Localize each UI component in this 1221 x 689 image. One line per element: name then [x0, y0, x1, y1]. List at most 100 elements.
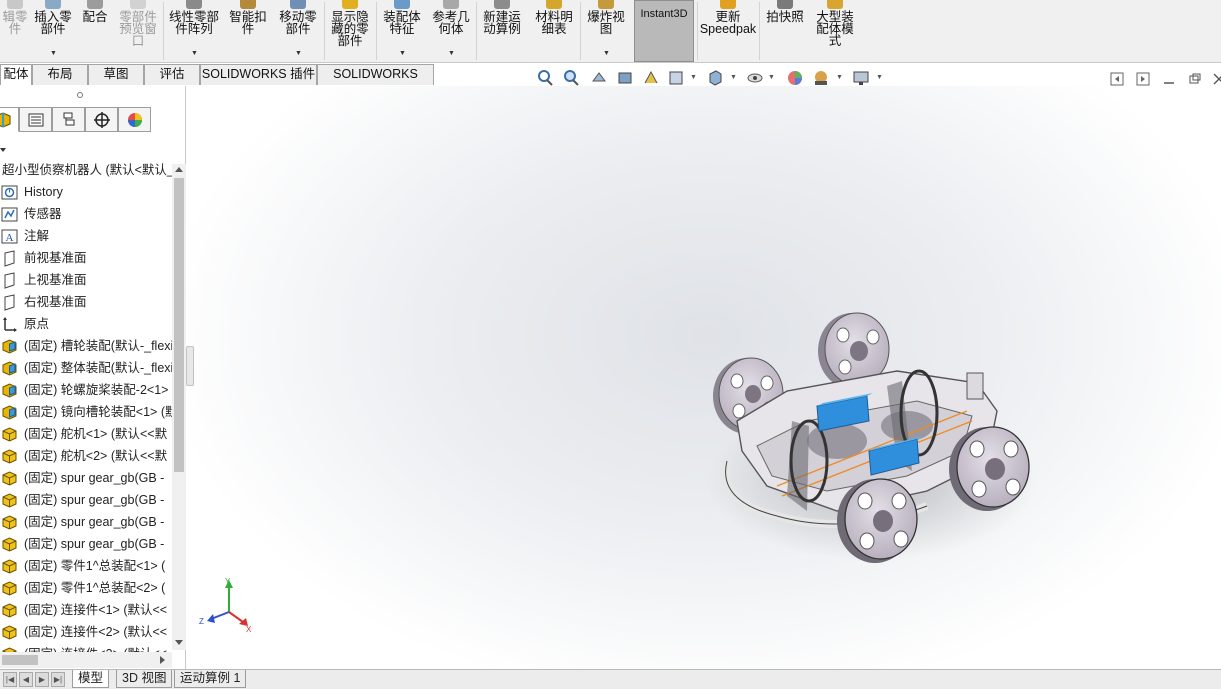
tab-model[interactable]: 模型 — [72, 670, 110, 688]
dropdown-arrow-icon[interactable]: ▼ — [836, 74, 843, 81]
minimize-icon[interactable] — [1162, 72, 1176, 86]
collapse-panel-icon[interactable] — [1110, 72, 1124, 86]
tree-item[interactable]: (固定) 整体装配(默认-_flexi — [0, 357, 172, 379]
filter-dropdown-icon[interactable] — [0, 148, 8, 154]
dropdown-arrow-icon[interactable]: ▼ — [399, 50, 406, 57]
scroll-right-icon[interactable] — [160, 656, 166, 664]
tree-item[interactable]: A 注解 — [0, 225, 172, 247]
dropdown-arrow-icon[interactable]: ▼ — [448, 50, 455, 57]
tree-item[interactable]: (固定) 镜向槽轮装配<1> (默 — [0, 401, 172, 423]
tree-item[interactable]: (固定) 零件1^总装配<2> ( — [0, 577, 172, 599]
tree-item[interactable]: (固定) spur gear_gb(GB - — [0, 467, 172, 489]
graphics-area[interactable]: Y X Z — [187, 86, 1221, 670]
insert-components-button[interactable]: 插入零 部件 ▼ — [30, 0, 76, 62]
plane-icon — [1, 294, 18, 311]
tree-item[interactable]: (固定) 舵机<2> (默认<<默 — [0, 445, 172, 467]
new-motion-study-button[interactable]: 新建运 动算例 — [478, 0, 526, 62]
tree-item[interactable]: History — [0, 181, 172, 203]
tree-item[interactable]: 前视基准面 — [0, 247, 172, 269]
dropdown-arrow-icon[interactable]: ▼ — [295, 50, 302, 57]
previous-view-icon[interactable] — [590, 69, 608, 87]
edit-component-button[interactable]: 辑零 件 — [0, 0, 30, 62]
view-settings-icon[interactable] — [852, 69, 870, 87]
section-view-icon[interactable] — [616, 69, 634, 87]
zoom-to-fit-icon[interactable] — [536, 69, 554, 87]
tree-item[interactable]: (固定) 槽轮装配(默认-_flexi — [0, 335, 172, 357]
tree-item[interactable]: (固定) spur gear_gb(GB - — [0, 533, 172, 555]
mate-button[interactable]: 配合 — [78, 0, 112, 62]
apply-scene-icon[interactable] — [812, 69, 830, 87]
previous-tab-icon[interactable]: ◀ — [19, 672, 33, 687]
component-preview-button[interactable]: 零部件 预览窗 口 — [114, 0, 162, 62]
hide-show-items-icon[interactable] — [746, 69, 764, 87]
dropdown-arrow-icon[interactable]: ▼ — [876, 74, 883, 81]
restore-icon[interactable] — [1188, 72, 1202, 86]
dropdown-arrow-icon[interactable]: ▼ — [50, 50, 57, 57]
tab-motion-study-1[interactable]: 运动算例 1 — [174, 670, 247, 688]
tab-property-manager[interactable] — [19, 107, 52, 132]
tree-item[interactable]: (固定) 连接件<2> (默认<< — [0, 621, 172, 643]
reference-geometry-button[interactable]: 参考几 何体 ▼ — [428, 0, 474, 62]
horizontal-scroll-thumb[interactable] — [2, 655, 38, 665]
scroll-down-icon[interactable] — [175, 640, 183, 646]
zoom-to-area-icon[interactable] — [562, 69, 580, 87]
dropdown-arrow-icon[interactable]: ▼ — [603, 50, 610, 57]
robot-assembly-model[interactable] — [697, 311, 1037, 581]
tab-solidworks-addins[interactable]: SOLIDWORKS 插件 — [200, 64, 317, 85]
tree-item[interactable]: 原点 — [0, 313, 172, 335]
tree-item[interactable]: (固定) 连接件<1> (默认<< — [0, 599, 172, 621]
dropdown-arrow-icon[interactable]: ▼ — [730, 74, 737, 81]
smart-fasteners-button[interactable]: 智能扣 件 — [225, 0, 271, 62]
dropdown-arrow-icon[interactable]: ▼ — [768, 74, 775, 81]
vertical-scroll-thumb[interactable] — [174, 178, 184, 472]
dropdown-arrow-icon[interactable]: ▼ — [191, 50, 198, 57]
tab-solidworks-mbd[interactable]: SOLIDWORKS MBD — [317, 64, 434, 100]
tab-layout[interactable]: 布局 — [32, 64, 88, 85]
tree-item[interactable]: (固定) 轮螺旋桨装配-2<1> — [0, 379, 172, 401]
next-tab-icon[interactable]: ▶ — [35, 672, 49, 687]
large-assembly-mode-button[interactable]: 大型装 配体模 式 — [810, 0, 860, 62]
bill-of-materials-button[interactable]: 材料明 细表 — [530, 0, 578, 62]
tree-item[interactable]: 上视基准面 — [0, 269, 172, 291]
close-icon[interactable] — [1212, 72, 1221, 86]
dropdown-arrow-icon[interactable]: ▼ — [690, 74, 697, 81]
tab-configuration-manager[interactable] — [52, 107, 85, 132]
horizontal-scrollbar[interactable] — [0, 652, 172, 668]
move-component-button[interactable]: 移动零 部件 ▼ — [273, 0, 323, 62]
scroll-up-icon[interactable] — [175, 167, 183, 173]
ribbon-separator — [476, 2, 477, 60]
tree-item[interactable]: 传感器 — [0, 203, 172, 225]
tree-root-assembly[interactable]: 超小型侦察机器人 (默认<默认_ — [0, 159, 172, 181]
first-tab-icon[interactable]: |◀ — [3, 672, 17, 687]
tree-item[interactable]: (固定) spur gear_gb(GB - — [0, 511, 172, 533]
display-style-icon[interactable] — [706, 69, 724, 87]
panel-grip-icon[interactable] — [76, 91, 84, 99]
origin-icon — [1, 316, 18, 333]
tree-item[interactable]: 右视基准面 — [0, 291, 172, 313]
vertical-scrollbar[interactable] — [172, 164, 186, 650]
tab-evaluate[interactable]: 评估 — [144, 64, 200, 85]
tab-dimxpert-manager[interactable] — [85, 107, 118, 132]
tab-3d-views[interactable]: 3D 视图 — [116, 670, 173, 688]
tab-assembly[interactable]: 配体 — [0, 64, 32, 85]
view-orientation-icon[interactable] — [667, 69, 685, 87]
tab-sketch[interactable]: 草图 — [88, 64, 144, 85]
panel-splitter-handle[interactable] — [186, 346, 194, 386]
tab-display-manager[interactable] — [118, 107, 151, 132]
tree-item[interactable]: (固定) spur gear_gb(GB - — [0, 489, 172, 511]
tree-item[interactable]: (固定) 舵机<1> (默认<<默 — [0, 423, 172, 445]
tree-item[interactable]: (固定) 零件1^总装配<1> ( — [0, 555, 172, 577]
dynamic-annotation-icon[interactable] — [642, 69, 660, 87]
instant3d-button[interactable]: Instant3D — [634, 0, 694, 62]
part-icon — [1, 558, 18, 575]
edit-appearance-icon[interactable] — [786, 69, 804, 87]
assembly-features-button[interactable]: 装配体 特征 ▼ — [378, 0, 426, 62]
exploded-view-button[interactable]: 爆炸视 图 ▼ — [582, 0, 630, 62]
tab-feature-tree[interactable] — [0, 107, 19, 132]
expand-panel-icon[interactable] — [1136, 72, 1150, 86]
show-hidden-components-button[interactable]: 显示隐 藏的零 部件 — [326, 0, 374, 62]
take-snapshot-button[interactable]: 拍快照 — [761, 0, 809, 62]
linear-pattern-button[interactable]: 线性零部 件阵列 ▼ — [165, 0, 223, 62]
update-speedpak-button[interactable]: 更新 Speedpak — [699, 0, 757, 62]
last-tab-icon[interactable]: ▶| — [51, 672, 65, 687]
